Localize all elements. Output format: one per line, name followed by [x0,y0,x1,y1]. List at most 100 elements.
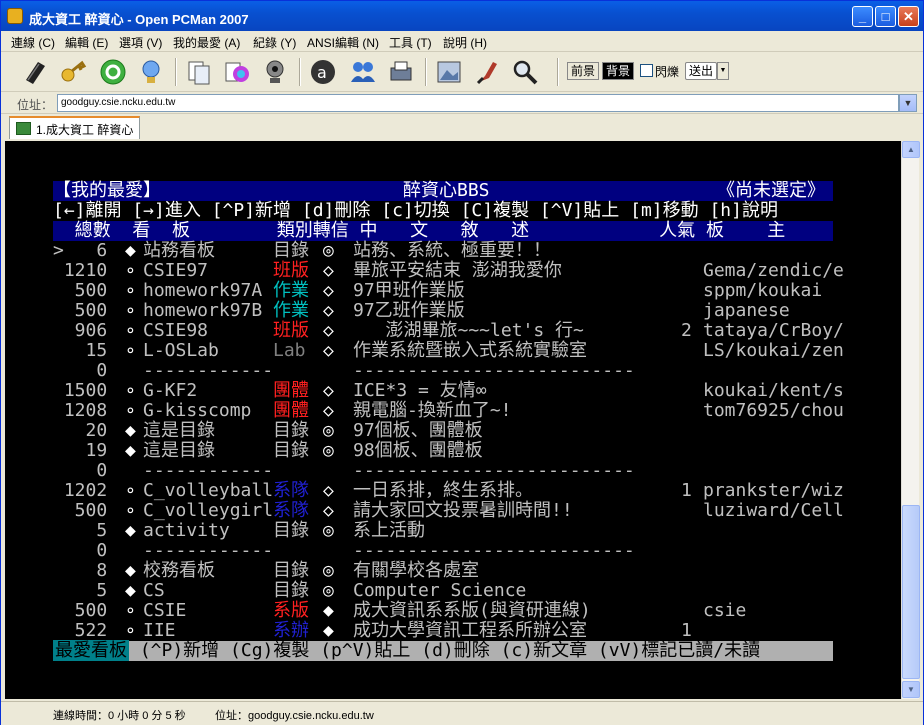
board-description: -------------------------- [353,540,635,561]
print-icon[interactable] [385,56,417,88]
board-category: Lab [273,340,306,361]
board-name: CSIE98 [143,320,209,341]
board-row[interactable]: 500 ∘ homework97A 作業 ◇ 97甲班作業版 sppm/koukai [53,281,833,301]
close-button[interactable]: ✕ [898,6,919,27]
key-icon[interactable] [57,56,89,88]
minimize-button[interactable]: _ [852,6,873,27]
board-category: 作業 [273,300,309,321]
blink-checkbox[interactable] [640,64,653,77]
board-number: 500 [53,280,108,301]
menu-connect[interactable]: 連線 (C) [11,34,55,51]
color-icon[interactable] [221,56,253,88]
board-row[interactable]: 19 ◆ 這是目錄 目錄 ◎ 98個板、團體板 [53,441,833,461]
magnifier-icon[interactable] [509,56,541,88]
board-row[interactable]: 20 ◆ 這是目錄 目錄 ◎ 97個板、團體板 [53,421,833,441]
board-name: CSIE [143,600,187,621]
window-title: 成大資工 醉資心 - Open PCMan 2007 [29,12,249,27]
board-row[interactable]: 1208 ∘ G-kisscomp 團體 ◇ 親電腦-換新血了~! tom76925/cho… [53,400,844,421]
board-moderators: japanese [703,300,790,321]
send-button[interactable]: 送出 [685,62,718,80]
menu-edit[interactable]: 編輯 (E) [65,34,108,51]
board-row[interactable]: 906 ∘ CSIE98 班版 ◇ 澎湖畢旅~~~let's 行~ 2 tataya/CrB… [53,320,844,341]
board-row[interactable]: 0 ------------ -------------------------- [53,361,833,381]
board-description: 97乙班作業版 [353,300,465,321]
board-row[interactable]: 8 ◆ 校務看板 目錄 ◎ 有關學校各處室 [53,561,833,581]
menu-ansi-edit[interactable]: ANSI編輯 (N) [307,34,379,51]
tab-connection-1[interactable]: 1.成大資工 醉資心 [9,116,141,139]
users-icon[interactable] [347,56,379,88]
board-row[interactable]: > 6 ◆ 站務看板 目錄 ◎ 站務、系統、極重要！！ [53,241,833,261]
terminal-scrollbar[interactable]: ▲ ▼ [901,141,920,699]
board-type-symbol: ◆ [323,620,334,641]
scroll-thumb[interactable] [902,505,920,679]
board-description: 98個板、團體板 [353,440,483,461]
board-type-symbol: ◇ [323,380,334,401]
board-row[interactable]: 15 ∘ L-OSLab Lab ◇ 作業系統暨嵌入式系統實驗室 LS/koukai/zen [53,340,844,361]
scroll-down-button[interactable]: ▼ [902,681,920,698]
board-type-symbol: ◇ [323,400,334,421]
menu-options[interactable]: 選項 (V) [119,34,162,51]
tab-bar: 1.成大資工 醉資心 [1,114,923,140]
board-row[interactable]: 5 ◆ CS 目錄 ◎ Computer Science [53,581,833,601]
board-row[interactable]: 1210 ∘ CSIE97 班版 ◇ 畢旅平安結束 澎湖我愛你 Gema/zendic/e [53,261,844,281]
fg-color-button[interactable]: 前景 [567,62,600,80]
menu-bar: 連線 (C) 編輯 (E) 選項 (V) 我的最愛 (A) 紀錄 (Y) ANS… [1,31,923,52]
bulb-icon[interactable] [135,56,167,88]
board-row[interactable]: 5 ◆ activity 目錄 ◎ 系上活動 [53,521,833,541]
menu-tools[interactable]: 工具 (T) [389,34,432,51]
board-category: 作業 [273,280,309,301]
board-name: 站務看板 [143,240,215,261]
board-type-symbol: ◇ [323,500,334,521]
status-address: 位址：goodguy.csie.ncku.edu.tw [215,710,374,722]
board-description: 97個板、團體板 [353,420,483,441]
board-moderators: csie [703,600,747,621]
webcam-icon[interactable] [259,56,291,88]
ansi-a-icon[interactable]: a [307,56,339,88]
maximize-button[interactable]: □ [875,6,896,27]
board-row[interactable]: 500 ∘ CSIE 系版 ◆ 成大資訊系系版(與資研連線) csie [53,601,833,621]
board-row[interactable]: 500 ∘ homework97B 作業 ◇ 97乙班作業版 japanese [53,301,833,321]
terminal-column-header: 總數 看 板 類別轉信 中 文 敘 述 人氣 板 主 [53,221,833,241]
terminal-help-line: [←]離開 [→]進入 [^P]新增 [d]刪除 [c]切換 [C]複製 [^V… [53,200,778,221]
address-dropdown-button[interactable]: ▼ [899,94,917,112]
address-input[interactable]: goodguy.csie.ncku.edu.tw [57,94,899,112]
board-row[interactable]: 0 ------------ -------------------------- [53,461,833,481]
picture-icon[interactable] [433,56,465,88]
board-row[interactable]: 500 ∘ C_volleygirl 系隊 ◇ 請大家回文投票暑訓時間!! luziward… [53,500,844,521]
scroll-up-button[interactable]: ▲ [902,141,920,158]
board-category: 系隊 [273,500,309,521]
board-type-symbol: ◇ [323,280,334,301]
copy-icon[interactable] [183,56,215,88]
board-category: 目錄 [273,420,309,441]
menu-help[interactable]: 說明 (H) [443,34,487,51]
refresh-icon[interactable] [97,56,129,88]
board-row[interactable]: 0 ------------ -------------------------- [53,541,833,561]
brush-icon[interactable] [471,56,503,88]
board-popularity: 1 [681,480,692,501]
board-mark: ∘ [125,480,136,501]
terminal-screen[interactable]: 【我的最愛】 醉資心BBS 《尚未選定》 [←]離開 [→]進入 [^P]新增 [d… [5,141,901,699]
board-name: G-KF2 [143,380,198,401]
board-row[interactable]: 1202 ∘ C_volleyball 系隊 ◇ 一日系排，終生系排。 1 prankster… [53,480,844,501]
title-bar[interactable]: 成大資工 醉資心 - Open PCMan 2007 _ □ ✕ [1,1,923,31]
board-number: 500 [53,600,108,621]
svg-text:a: a [317,63,327,82]
board-row[interactable]: 1500 ∘ G-KF2 團體 ◇ ICE*3 = 友情∞ koukai/kent/s [53,380,844,401]
board-mark: ∘ [125,280,136,301]
board-number: > 6 [53,240,108,261]
board-name: C_volleyball [143,480,274,501]
board-category: 系隊 [273,480,309,501]
board-mark: ∘ [125,300,136,321]
board-mark: ∘ [125,400,136,421]
menu-favorites[interactable]: 我的最愛 (A) [173,34,240,51]
board-type-symbol: ◆ [323,600,334,621]
term-title-right: 《尚未選定》 [717,180,825,201]
bg-color-button[interactable]: 背景 [602,62,635,80]
connect-book-icon[interactable] [19,56,51,88]
board-description: 有關學校各處室 [353,560,479,581]
board-category: 系辦 [273,620,309,641]
board-row[interactable]: 522 ∘ IIE 系辦 ◆ 成功大學資訊工程系所辦公室 1 [53,621,833,641]
send-dropdown-arrow[interactable]: ▼ [717,62,729,80]
menu-log[interactable]: 紀錄 (Y) [253,34,296,51]
board-description: -------------------------- [353,460,635,481]
